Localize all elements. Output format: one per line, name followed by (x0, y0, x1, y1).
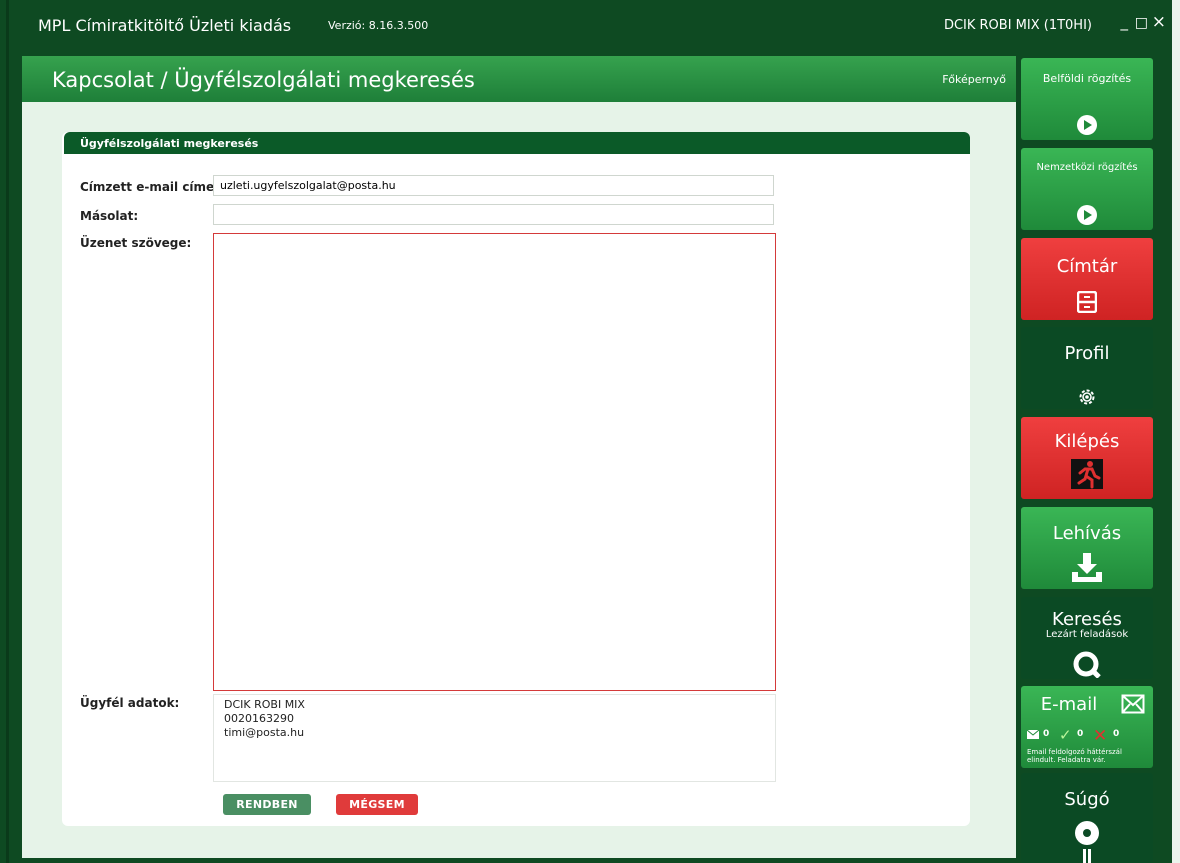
ok-button[interactable]: RENDBEN (223, 794, 311, 815)
tile-address-book[interactable]: Címtár (1021, 238, 1153, 320)
cancel-button[interactable]: MÉGSEM (336, 794, 418, 815)
panel-header: Ügyfélszolgálati megkeresés (64, 132, 970, 154)
tile-profile[interactable]: Profil (1021, 327, 1153, 409)
tile-download[interactable]: Lehívás (1021, 507, 1153, 589)
tile-search-label: Keresés (1052, 609, 1122, 630)
main-area: Kapcsolat / Ügyfélszolgálati megkeresés … (22, 56, 1016, 858)
tile-international-label: Nemzetközi rögzítés (1036, 162, 1138, 173)
inbox-small-icon (1026, 729, 1040, 742)
cc-label: Másolat: (80, 209, 139, 223)
tile-search-sublabel: Lezárt feladások (1045, 629, 1129, 640)
client-id: 0020163290 (224, 712, 294, 725)
panel-title: Ügyfélszolgálati megkeresés (80, 137, 259, 150)
title-bar: MPL Címiratkitöltő Üzleti kiadás Verzió:… (12, 8, 1172, 42)
tile-search[interactable]: Keresés Lezárt feladások (1021, 597, 1153, 679)
window-left-edge (6, 0, 9, 863)
close-button[interactable]: × (1152, 12, 1166, 32)
message-label: Üzenet szövege: (80, 236, 192, 250)
client-name: DCIK ROBI MIX (224, 698, 305, 711)
tile-profile-label: Profil (1064, 343, 1110, 364)
drawer-cabinet-icon (1021, 291, 1153, 313)
cc-field[interactable] (213, 204, 774, 225)
minimize-button[interactable]: _ (1121, 13, 1129, 31)
play-circle-icon (1021, 204, 1153, 226)
success-count: 0 (1077, 729, 1084, 739)
page-title: Kapcsolat / Ügyfélszolgálati megkeresés (52, 68, 475, 92)
tile-domestic-label: Belföldi rögzítés (1042, 72, 1132, 85)
maximize-button[interactable]: □ (1135, 15, 1148, 31)
error-x-icon: ✕ (1093, 726, 1108, 746)
client-data-label: Ügyfél adatok: (80, 696, 180, 710)
error-count: 0 (1113, 729, 1120, 739)
gear-icon (1021, 387, 1153, 407)
email-status-note: Email feldolgozó háttérszál elindult. Fe… (1027, 748, 1122, 764)
contact-panel: Ügyfélszolgálati megkeresés Címzett e-ma… (62, 132, 970, 826)
download-tray-icon (1021, 553, 1153, 583)
home-link[interactable]: Főképernyő (942, 73, 1006, 86)
exit-running-man-icon (1021, 459, 1153, 489)
help-info-icon (1021, 819, 1153, 863)
app-window: MPL Címiratkitöltő Üzleti kiadás Verzió:… (0, 0, 1180, 863)
version-label: Verzió: 8.16.3.500 (328, 19, 429, 32)
tile-address-book-label: Címtár (1056, 256, 1118, 277)
tile-international-entry[interactable]: Nemzetközi rögzítés (1021, 148, 1153, 230)
tile-logout-label: Kilépés (1054, 431, 1120, 452)
client-data-box: DCIK ROBI MIX 0020163290 timi@posta.hu (213, 694, 776, 782)
check-icon: ✓ (1059, 726, 1072, 744)
app-title: MPL Címiratkitöltő Üzleti kiadás (38, 16, 292, 35)
tile-email-label: E-mail (1040, 694, 1098, 715)
tile-help-label: Súgó (1064, 789, 1110, 810)
play-circle-icon (1021, 114, 1153, 136)
message-textarea[interactable] (213, 233, 776, 691)
tile-domestic-entry[interactable]: Belföldi rögzítés (1021, 58, 1153, 140)
window-right-edge (1172, 0, 1180, 863)
tile-help[interactable]: Súgó (1021, 773, 1153, 863)
client-email: timi@posta.hu (224, 726, 305, 739)
tile-logout[interactable]: Kilépés (1021, 417, 1153, 499)
to-email-field[interactable] (213, 175, 774, 196)
tile-email[interactable]: E-mail 0 ✓ 0 ✕ 0 Email feldolgozó háttér… (1021, 686, 1153, 768)
to-label: Címzett e-mail címe: (80, 180, 219, 194)
search-icon (1021, 650, 1153, 678)
email-counts: 0 ✓ 0 ✕ 0 (1026, 726, 1153, 746)
user-label: DCIK ROBI MIX (1T0HI) (943, 18, 1092, 33)
tile-download-label: Lehívás (1052, 523, 1122, 544)
envelope-icon (1121, 694, 1145, 718)
inbox-count: 0 (1043, 729, 1050, 739)
page-header: Kapcsolat / Ügyfélszolgálati megkeresés … (22, 56, 1016, 102)
